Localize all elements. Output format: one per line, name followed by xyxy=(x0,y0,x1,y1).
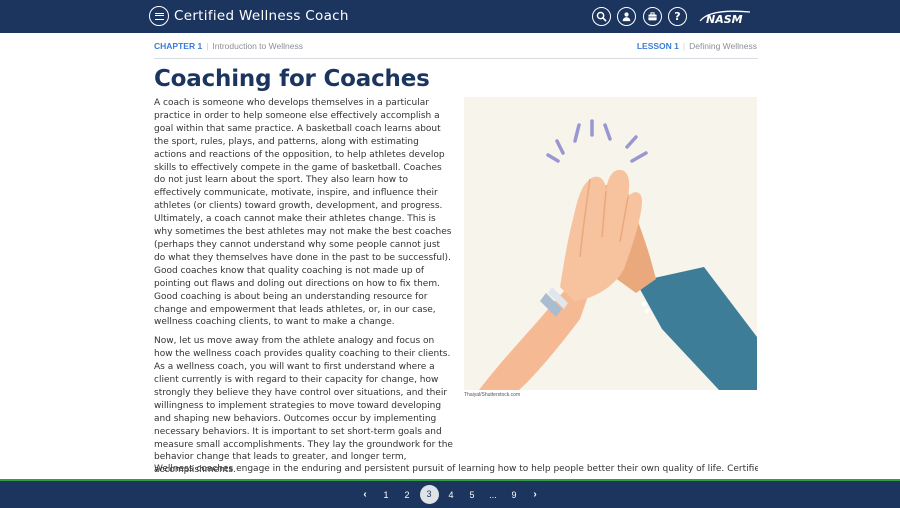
lesson-breadcrumb: LESSON 1 | Defining Wellness xyxy=(636,41,757,51)
paragraph: Wellness coaches engage in the enduring … xyxy=(154,464,758,474)
app-title: Certified Wellness Coach xyxy=(174,8,349,24)
page-link-9[interactable]: 9 xyxy=(504,490,525,500)
lesson-label: LESSON 1 xyxy=(636,41,679,51)
header-divider xyxy=(154,58,758,59)
pagination: ‹ 1 2 3 4 5 ... 9 › xyxy=(0,481,900,508)
nasm-logo[interactable]: NASM xyxy=(698,9,752,25)
chapter-label: CHAPTER 1 xyxy=(154,41,203,51)
page-title: Coaching for Coaches xyxy=(154,66,430,92)
search-icon xyxy=(596,11,607,22)
chapter-name: Introduction to Wellness xyxy=(212,41,303,51)
prev-page-button[interactable]: ‹ xyxy=(355,489,376,500)
briefcase-icon xyxy=(648,12,657,21)
logo-text: NASM xyxy=(706,13,743,25)
page-link-2[interactable]: 2 xyxy=(397,490,418,500)
next-page-button[interactable]: › xyxy=(525,489,546,500)
paragraph: Now, let us move away from the athlete a… xyxy=(154,336,453,476)
search-button[interactable] xyxy=(592,7,611,26)
image-credit: Thaiyal/Shutterstock.com xyxy=(464,392,521,398)
paragraph: A coach is someone who develops themselv… xyxy=(154,98,452,328)
top-bar: Certified Wellness Coach ? NASM xyxy=(0,0,900,33)
help-button[interactable]: ? xyxy=(668,7,687,26)
profile-button[interactable] xyxy=(617,7,636,26)
user-icon xyxy=(622,12,631,22)
page-link-5[interactable]: 5 xyxy=(462,490,483,500)
menu-icon xyxy=(154,12,164,20)
lesson-name: Defining Wellness xyxy=(689,41,757,51)
help-icon: ? xyxy=(674,10,681,23)
text-column: A coach is someone who develops themselv… xyxy=(154,97,454,483)
chapter-breadcrumb: CHAPTER 1 | Introduction to Wellness xyxy=(154,41,303,51)
page-link-1[interactable]: 1 xyxy=(376,490,397,500)
page-link-4[interactable]: 4 xyxy=(441,490,462,500)
bottom-bar: ‹ 1 2 3 4 5 ... 9 › xyxy=(0,479,900,508)
page-link-3-current[interactable]: 3 xyxy=(419,485,439,504)
high-five-illustration xyxy=(464,97,757,390)
page-ellipsis: ... xyxy=(489,489,497,500)
menu-button[interactable] xyxy=(149,6,169,26)
resources-button[interactable] xyxy=(643,7,662,26)
